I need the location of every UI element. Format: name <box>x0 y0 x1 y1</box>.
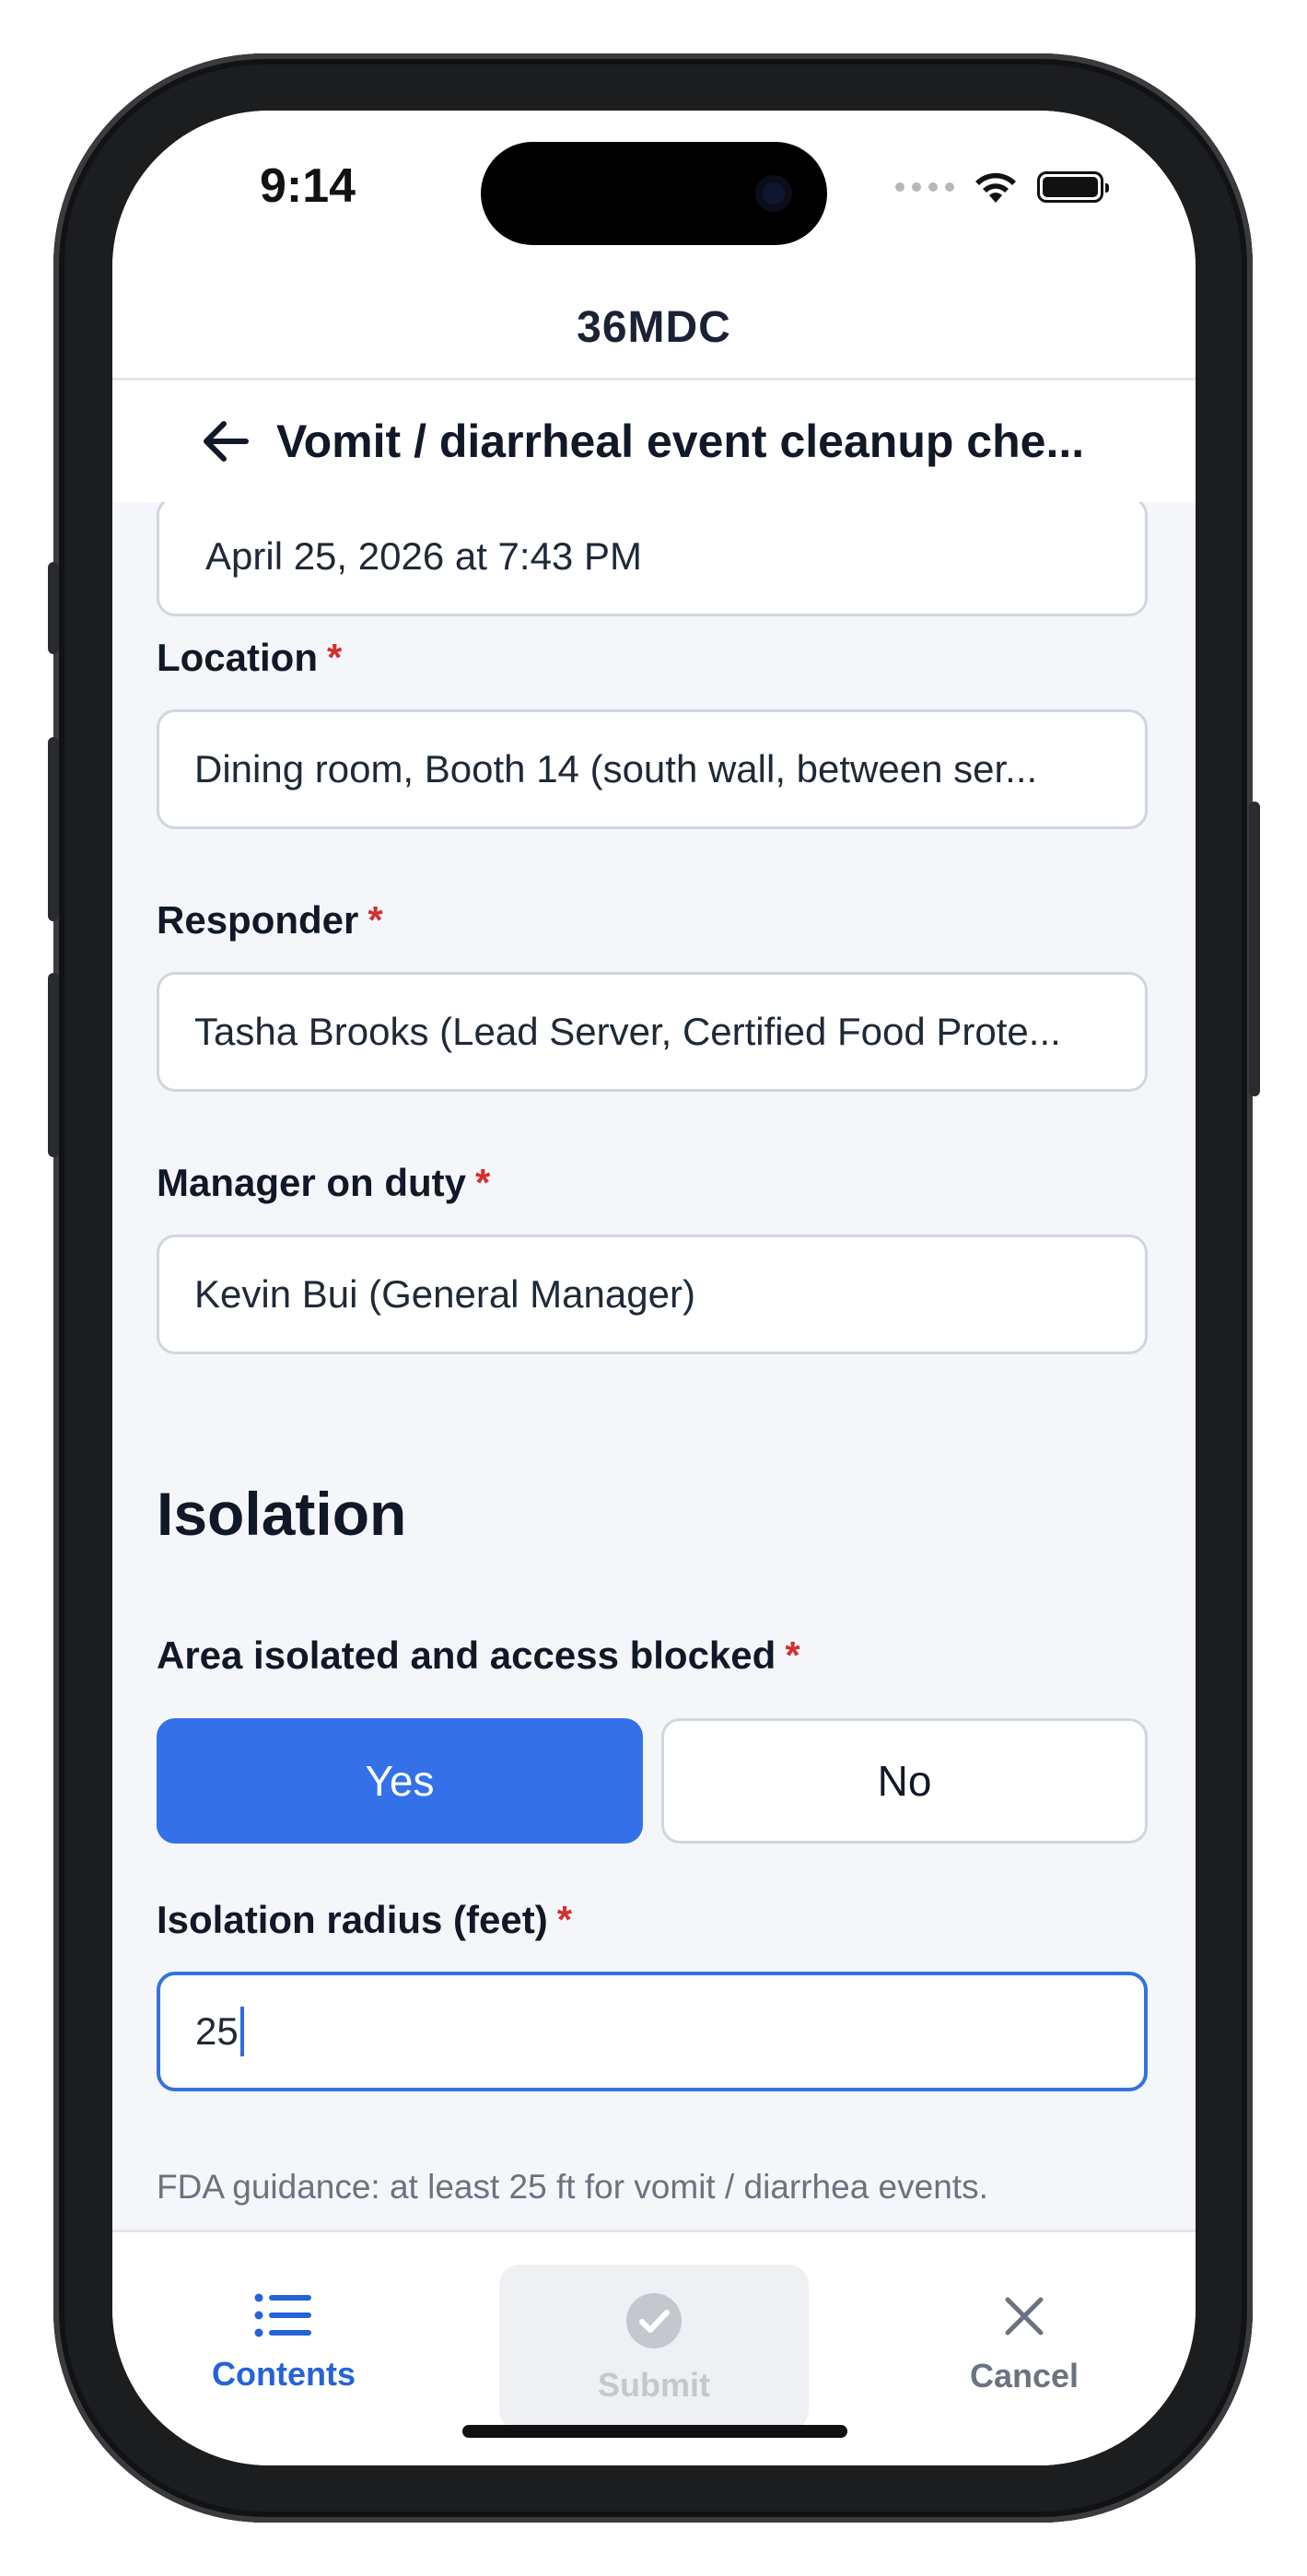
volume-down-button <box>48 973 59 1157</box>
yes-button[interactable]: Yes <box>157 1718 643 1844</box>
form-content[interactable]: April 25, 2026 at 7:43 PM Location * Dini… <box>112 502 1196 2234</box>
submit-button[interactable]: Submit <box>499 2265 809 2430</box>
responder-field-group: Responder * Tasha Brooks (Lead Server, Ce… <box>157 898 1148 1092</box>
datetime-field-group: April 25, 2026 at 7:43 PM <box>157 502 1148 616</box>
responder-input[interactable]: Tasha Brooks (Lead Server, Certified Foo… <box>157 972 1148 1092</box>
radius-input[interactable]: 25 <box>157 1972 1148 2091</box>
location-value: Dining room, Booth 14 (south wall, betwe… <box>194 747 1038 790</box>
radius-value: 25 <box>195 2009 239 2053</box>
cancel-label: Cancel <box>969 2357 1079 2395</box>
dynamic-island <box>481 142 827 245</box>
radius-label: Isolation radius (feet) * <box>157 1898 573 1941</box>
area-isolated-label: Area isolated and access blocked * <box>157 1633 800 1677</box>
form-title: Vomit / diarrheal event cleanup che... <box>276 416 1085 467</box>
required-mark: * <box>475 1161 491 1204</box>
submit-label: Submit <box>598 2366 710 2404</box>
area-isolated-label-group: Area isolated and access blocked * <box>157 1633 1148 1678</box>
manager-field-group: Manager on duty * Kevin Bui (General Mana… <box>157 1161 1148 1354</box>
radius-field-group: Isolation radius (feet) * 25 <box>157 1898 1148 2091</box>
responder-label: Responder * <box>157 898 383 942</box>
battery-icon <box>1037 171 1109 203</box>
manager-value: Kevin Bui (General Manager) <box>194 1272 695 1316</box>
cancel-button[interactable]: Cancel <box>869 2265 1179 2430</box>
required-mark: * <box>785 1633 800 1677</box>
home-indicator <box>462 2425 847 2438</box>
manager-input[interactable]: Kevin Bui (General Manager) <box>157 1235 1148 1354</box>
datetime-value: April 25, 2026 at 7:43 PM <box>205 534 642 578</box>
manager-label: Manager on duty * <box>157 1161 491 1204</box>
location-label: Location * <box>157 636 343 679</box>
check-circle-icon <box>626 2293 682 2348</box>
status-time: 9:14 <box>260 159 356 213</box>
location-input[interactable]: Dining room, Booth 14 (south wall, betwe… <box>157 709 1148 829</box>
contents-button[interactable]: Contents <box>129 2265 438 2430</box>
status-bar: 9:14 <box>112 111 1196 276</box>
app-header: 36MDC <box>112 276 1196 381</box>
power-button <box>1249 802 1260 1096</box>
close-icon <box>1005 2297 1044 2336</box>
list-icon <box>254 2293 311 2337</box>
location-field-group: Location * Dining room, Booth 14 (south w… <box>157 636 1148 829</box>
contents-label: Contents <box>212 2355 356 2393</box>
cellular-signal-icon <box>895 182 954 192</box>
area-isolated-toggle: Yes No <box>157 1718 1148 1844</box>
required-mark: * <box>556 1898 573 1941</box>
arrow-left-icon <box>204 421 249 462</box>
form-header: Vomit / diarrheal event cleanup che... <box>112 381 1196 502</box>
text-caret <box>239 2007 244 2056</box>
back-button[interactable] <box>184 400 267 483</box>
radius-helper-text: FDA guidance: at least 25 ft for vomit /… <box>157 2168 988 2206</box>
action-button <box>48 562 59 654</box>
datetime-field[interactable]: April 25, 2026 at 7:43 PM <box>157 502 1148 616</box>
no-button[interactable]: No <box>661 1718 1148 1844</box>
responder-value: Tasha Brooks (Lead Server, Certified Foo… <box>194 1010 1061 1053</box>
app-title: 36MDC <box>577 302 731 352</box>
status-icons <box>895 170 1109 205</box>
required-mark: * <box>327 636 343 679</box>
isolation-section-title: Isolation <box>157 1480 407 1548</box>
wifi-icon <box>975 172 1016 203</box>
required-mark: * <box>368 898 383 942</box>
screen: 9:14 36MDC Vomit / diarrheal event clean… <box>112 111 1196 2465</box>
volume-up-button <box>48 737 59 921</box>
